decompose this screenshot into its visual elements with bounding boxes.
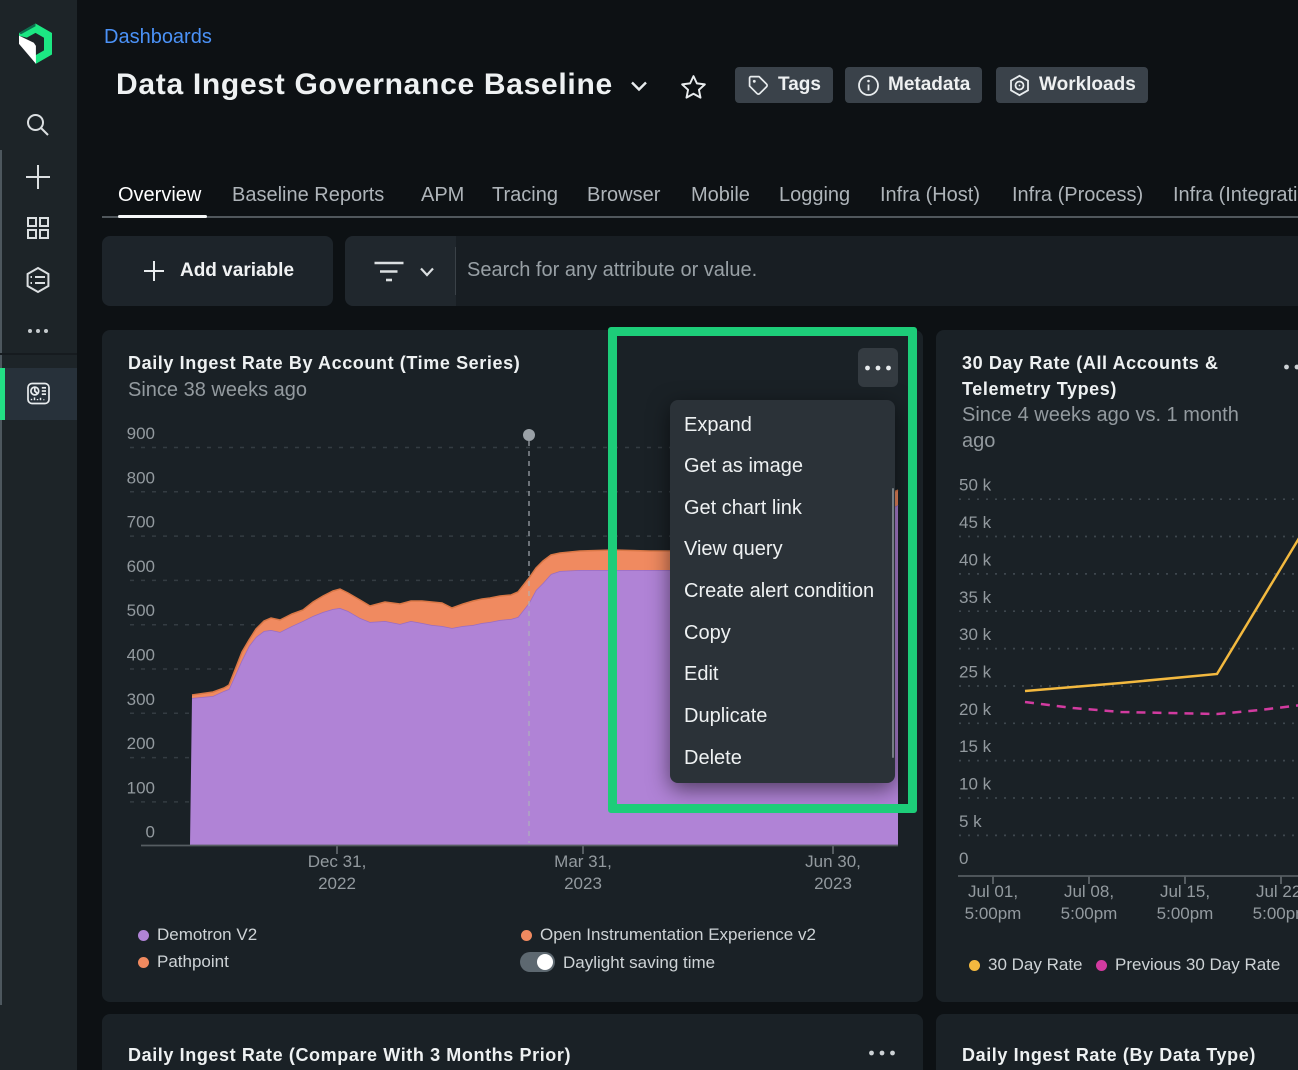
svg-text:400: 400: [127, 646, 155, 665]
svg-text:2023: 2023: [564, 874, 602, 893]
svg-text:300: 300: [127, 690, 155, 709]
svg-text:Jul 22,: Jul 22,: [1256, 882, 1298, 901]
svg-text:15 k: 15 k: [959, 737, 992, 756]
svg-text:Jul 08,: Jul 08,: [1064, 882, 1114, 901]
svg-text:Mar 31,: Mar 31,: [554, 852, 612, 871]
svg-text:200: 200: [127, 734, 155, 753]
svg-text:700: 700: [127, 513, 155, 532]
svg-text:Dec 31,: Dec 31,: [308, 852, 367, 871]
svg-text:Jul 15,: Jul 15,: [1160, 882, 1210, 901]
svg-text:0: 0: [959, 849, 968, 868]
svg-text:600: 600: [127, 557, 155, 576]
svg-text:2023: 2023: [814, 874, 852, 893]
svg-text:50 k: 50 k: [959, 476, 992, 495]
svg-text:5:00pm: 5:00pm: [1157, 904, 1214, 923]
svg-text:Jul 01,: Jul 01,: [968, 882, 1018, 901]
svg-text:5 k: 5 k: [959, 812, 982, 831]
svg-text:0: 0: [146, 823, 155, 842]
svg-text:5:00pm: 5:00pm: [1253, 904, 1298, 923]
svg-text:900: 900: [127, 424, 155, 443]
svg-text:40 k: 40 k: [959, 550, 992, 569]
svg-text:5:00pm: 5:00pm: [965, 904, 1022, 923]
svg-text:2022: 2022: [318, 874, 356, 893]
svg-text:20 k: 20 k: [959, 700, 992, 719]
svg-text:800: 800: [127, 468, 155, 487]
svg-text:30 k: 30 k: [959, 625, 992, 644]
svg-text:100: 100: [127, 778, 155, 797]
svg-text:5:00pm: 5:00pm: [1061, 904, 1118, 923]
svg-text:Jun 30,: Jun 30,: [805, 852, 861, 871]
svg-text:35 k: 35 k: [959, 588, 992, 607]
svg-text:45 k: 45 k: [959, 513, 992, 532]
svg-text:500: 500: [127, 601, 155, 620]
svg-text:10 k: 10 k: [959, 775, 992, 794]
svg-text:25 k: 25 k: [959, 663, 992, 682]
